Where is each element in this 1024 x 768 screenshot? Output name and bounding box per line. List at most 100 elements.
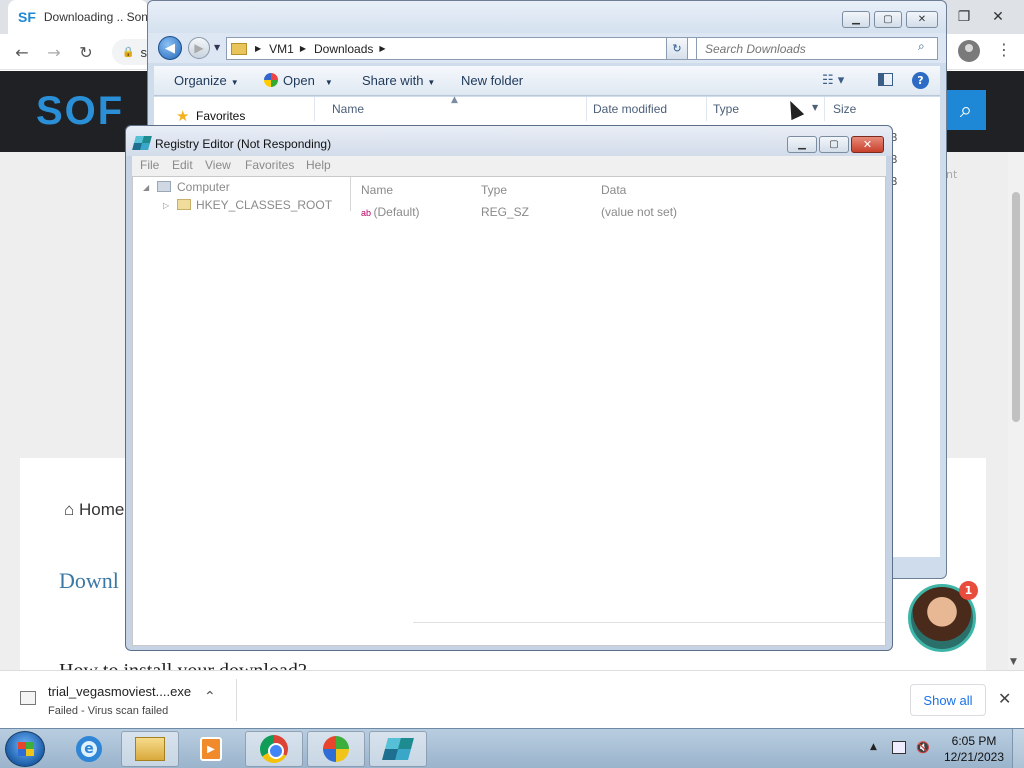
network-icon[interactable] (892, 741, 906, 754)
close-download-bar-icon[interactable]: ✕ (998, 689, 1011, 708)
column-separator[interactable] (824, 97, 825, 121)
explorer-back-button[interactable]: ◀ (158, 36, 182, 60)
open-label: Open (283, 73, 315, 88)
regedit-close-button[interactable]: ✕ (851, 136, 884, 153)
breadcrumb-arrow-icon[interactable]: ▶ (379, 44, 385, 53)
table-row-name[interactable]: ab (Default) (361, 205, 420, 219)
column-separator[interactable] (586, 97, 587, 121)
browser-tab[interactable]: SF Downloading .. Son (8, 0, 148, 34)
registry-editor-icon (382, 738, 414, 760)
show-desktop-button[interactable] (1012, 729, 1024, 768)
home-icon: ⌂ (64, 500, 79, 519)
tree-item-hkey-classes-root[interactable]: HKEY_CLASSES_ROOT (196, 198, 332, 212)
expand-triangle-icon[interactable]: ◢ (143, 183, 149, 192)
chevron-up-icon[interactable]: ⌃ (204, 689, 216, 705)
chevron-down-icon: ▼ (230, 78, 239, 87)
clock-date[interactable]: 12/21/2023 (942, 750, 1006, 764)
regedit-titlebar[interactable]: Registry Editor (Not Responding) ▁ ▢ ✕ (126, 126, 892, 156)
start-button[interactable] (5, 731, 45, 767)
breadcrumb-downloads[interactable]: Downloads (314, 42, 373, 56)
taskbar-registry-editor[interactable] (369, 731, 427, 767)
menu-file[interactable]: File (140, 158, 159, 172)
open-button[interactable]: Open ▼ (264, 73, 333, 88)
show-all-button[interactable]: Show all (910, 684, 986, 716)
taskbar-media-player[interactable]: ▶ (182, 731, 240, 767)
column-date-modified[interactable]: Date modified (593, 102, 667, 116)
column-filter-dropdown-icon[interactable]: ▼ (812, 103, 818, 112)
browser-reload-button[interactable]: ↻ (74, 40, 98, 64)
scroll-down-arrow-icon[interactable]: ▼ (1010, 657, 1017, 667)
tree-item-computer[interactable]: Computer (177, 180, 230, 194)
explorer-search-input[interactable] (696, 37, 938, 60)
browser-restore-button[interactable]: ❐ (947, 0, 981, 34)
column-size[interactable]: Size (833, 102, 856, 116)
folder-icon (135, 737, 165, 761)
collapse-triangle-icon[interactable]: ▷ (163, 201, 169, 210)
search-icon[interactable]: ⌕ (918, 39, 925, 54)
taskbar-chrome[interactable] (245, 731, 303, 767)
download-file-name[interactable]: trial_vegasmoviest....exe (48, 684, 191, 699)
menu-help[interactable]: Help (306, 158, 331, 172)
explorer-titlebar[interactable]: ▁ ▢ ✕ (148, 1, 946, 33)
tab-title: Downloading .. Son (43, 10, 148, 24)
column-name[interactable]: Name (361, 183, 393, 197)
column-type[interactable]: Type (713, 102, 739, 116)
new-folder-button[interactable]: New folder (461, 73, 523, 88)
download-status: Failed - Virus scan failed (48, 705, 169, 717)
address-text: s (140, 44, 147, 60)
show-hidden-icons-icon[interactable]: ▲ (870, 742, 877, 752)
value-name: (Default) (373, 205, 420, 219)
taskbar-explorer[interactable] (121, 731, 179, 767)
breadcrumb-arrow-icon[interactable]: ▶ (255, 44, 261, 53)
breadcrumb-home-link[interactable]: ⌂ Home (64, 500, 124, 520)
browser-close-button[interactable]: ✕ (981, 0, 1015, 34)
share-with-button[interactable]: Share with ▼ (362, 73, 435, 88)
site-logo[interactable]: SOF (36, 89, 124, 134)
view-options-icon[interactable]: ☷ ▾ (822, 73, 844, 88)
regedit-maximize-button[interactable]: ▢ (819, 136, 849, 153)
organize-button[interactable]: Organize ▼ (174, 73, 239, 88)
explorer-minimize-button[interactable]: ▁ (842, 11, 870, 28)
scrollbar-thumb[interactable] (1012, 192, 1020, 422)
recent-pages-dropdown-icon[interactable]: ▼ (214, 43, 220, 52)
explorer-close-button[interactable]: ✕ (906, 11, 938, 28)
help-icon[interactable]: ? (912, 72, 929, 89)
menu-view[interactable]: View (205, 158, 231, 172)
organize-label: Organize (174, 73, 227, 88)
browser-back-button[interactable]: ← (10, 40, 34, 64)
taskbar-windows-app[interactable] (307, 731, 365, 767)
volume-muted-icon[interactable]: 🔇 (916, 741, 930, 754)
folder-icon (231, 42, 247, 55)
column-type[interactable]: Type (481, 183, 507, 197)
site-search-button[interactable]: ⌕ (946, 90, 986, 130)
browser-forward-button[interactable]: → (42, 40, 66, 64)
explorer-maximize-button[interactable]: ▢ (874, 11, 902, 28)
nav-item-favorites[interactable]: Favorites (196, 109, 245, 123)
explorer-refresh-button[interactable]: ↻ (666, 37, 688, 60)
internet-explorer-icon: e (76, 736, 102, 762)
arrow-right-icon: → (47, 42, 61, 62)
column-separator[interactable] (706, 97, 707, 121)
profile-avatar-icon[interactable] (958, 40, 980, 62)
menu-edit[interactable]: Edit (172, 158, 193, 172)
column-name[interactable]: Name (332, 102, 364, 116)
menu-favorites[interactable]: Favorites (245, 158, 294, 172)
reload-icon: ↻ (79, 42, 93, 62)
computer-icon (157, 181, 171, 192)
refresh-icon: ↻ (672, 42, 682, 55)
preview-pane-icon[interactable] (878, 73, 893, 86)
breadcrumb-vm1[interactable]: VM1 (269, 42, 294, 56)
breadcrumb-home-label: Home (79, 500, 125, 519)
breadcrumb-arrow-icon[interactable]: ▶ (300, 44, 306, 53)
page-scrollbar[interactable] (1008, 152, 1024, 670)
download-bar: trial_vegasmoviest....exe Failed - Virus… (0, 670, 1024, 728)
column-data[interactable]: Data (601, 183, 626, 197)
explorer-path-box[interactable]: ▶ VM1 ▶ Downloads ▶ ▼ (226, 37, 732, 60)
explorer-forward-button[interactable]: ▶ (188, 37, 210, 59)
clock-time[interactable]: 6:05 PM (950, 734, 998, 748)
regedit-menubar: File Edit View Favorites Help (132, 156, 886, 176)
taskbar-internet-explorer[interactable]: e (60, 731, 118, 767)
regedit-minimize-button[interactable]: ▁ (787, 136, 817, 153)
browser-menu-icon[interactable]: ⋮ (994, 40, 1014, 62)
maximize-icon: ▢ (883, 14, 893, 25)
